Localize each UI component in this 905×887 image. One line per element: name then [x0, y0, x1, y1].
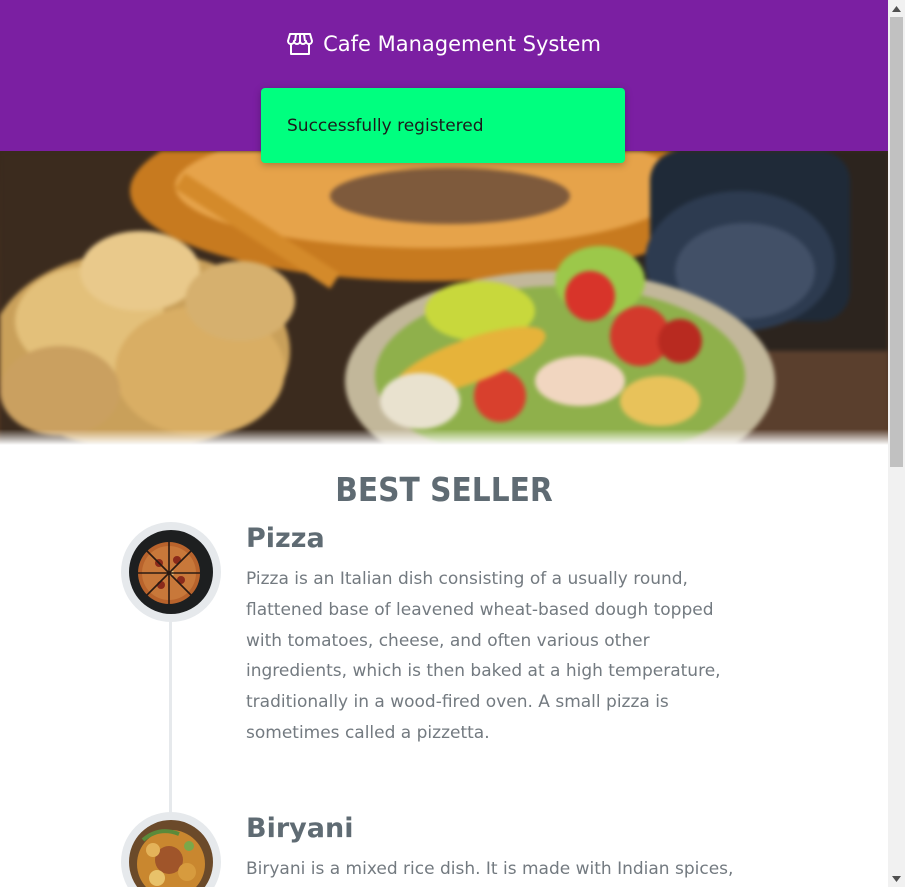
scrollbar[interactable]: [888, 0, 905, 887]
page: Cafe Management System Successfully regi…: [0, 0, 888, 887]
timeline-line: [169, 620, 172, 820]
biryani-thumbnail: [121, 812, 221, 887]
item-description: Pizza is an Italian dish consisting of a…: [246, 569, 721, 743]
hero-image: [0, 151, 888, 445]
scroll-up-arrow[interactable]: [888, 0, 905, 17]
item-title: Biryani: [246, 813, 354, 844]
success-toast[interactable]: Successfully registered: [261, 88, 625, 163]
pizza-thumbnail: [121, 522, 221, 622]
brand[interactable]: Cafe Management System: [0, 32, 888, 56]
toast-message: Successfully registered: [287, 115, 484, 136]
item-description: Biryani is a mixed rice dish. It is made…: [246, 859, 734, 879]
scrollbar-thumb[interactable]: [890, 17, 903, 467]
scroll-down-arrow[interactable]: [888, 870, 905, 887]
store-icon: [287, 32, 314, 56]
item-title: Pizza: [246, 523, 325, 554]
app-title: Cafe Management System: [323, 32, 601, 56]
section-title: BEST SELLER: [335, 470, 553, 509]
